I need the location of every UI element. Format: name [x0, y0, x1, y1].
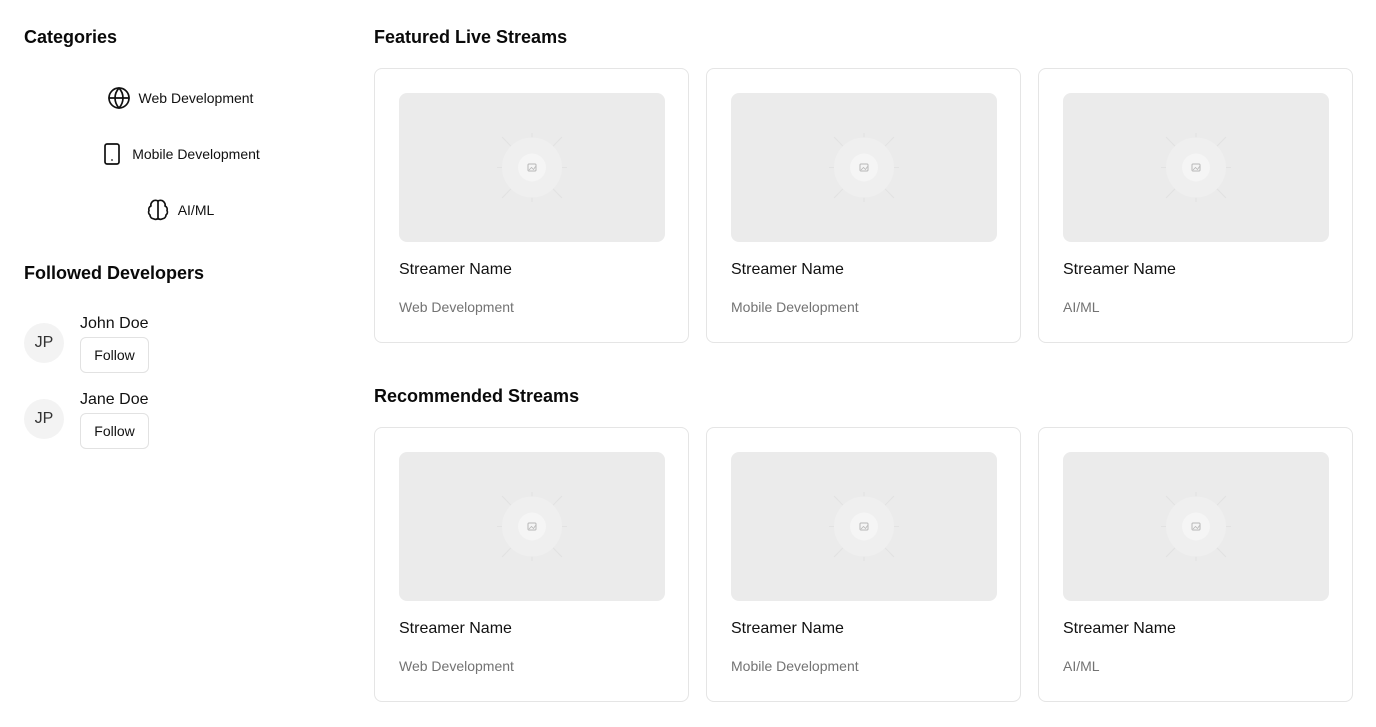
developer-name: Jane Doe	[80, 391, 149, 408]
developer-list: JP John Doe Follow JP Jane Doe Follow	[24, 305, 149, 457]
category-item-ai-ml[interactable]: AI/ML	[24, 182, 336, 238]
stream-thumbnail	[731, 452, 997, 601]
category-list: Web Development Mobile Development AI/ML	[24, 70, 336, 238]
stream-card[interactable]: Streamer Name Web Development	[374, 68, 689, 343]
stream-thumbnail	[1063, 93, 1329, 242]
globe-icon	[107, 86, 131, 110]
stream-thumbnail	[399, 452, 665, 601]
stream-category: Mobile Development	[731, 658, 859, 674]
stream-thumbnail	[731, 93, 997, 242]
stream-category: Web Development	[399, 299, 514, 315]
stream-card[interactable]: Streamer Name AI/ML	[1038, 68, 1353, 343]
brain-icon	[146, 198, 170, 222]
sidebar: Categories Web Development Mobile Develo…	[24, 0, 336, 727]
category-item-web-development[interactable]: Web Development	[24, 70, 336, 126]
stream-card[interactable]: Streamer Name Web Development	[374, 427, 689, 702]
stream-category: Web Development	[399, 658, 514, 674]
streamer-name: Streamer Name	[399, 620, 512, 637]
category-label: Web Development	[138, 90, 254, 106]
streamer-name: Streamer Name	[1063, 261, 1176, 278]
follow-button[interactable]: Follow	[80, 337, 149, 373]
stream-card[interactable]: Streamer Name Mobile Development	[706, 68, 1021, 343]
stream-card[interactable]: Streamer Name AI/ML	[1038, 427, 1353, 702]
stream-thumbnail	[399, 93, 665, 242]
avatar: JP	[24, 323, 64, 363]
featured-streams-heading: Featured Live Streams	[374, 27, 568, 47]
stream-category: AI/ML	[1063, 658, 1100, 674]
streamer-name: Streamer Name	[731, 620, 844, 637]
main-content: Featured Live Streams Streamer Name Web …	[374, 0, 1354, 727]
recommended-streams-grid: Streamer Name Web Development Streamer N…	[374, 427, 1354, 702]
stream-category: Mobile Development	[731, 299, 859, 315]
recommended-streams-heading: Recommended Streams	[374, 386, 580, 406]
streamer-name: Streamer Name	[1063, 620, 1176, 637]
category-label: Mobile Development	[132, 146, 260, 162]
smartphone-icon	[100, 142, 124, 166]
streamer-name: Streamer Name	[399, 261, 512, 278]
categories-heading: Categories	[24, 27, 118, 47]
category-item-mobile-development[interactable]: Mobile Development	[24, 126, 336, 182]
developer-name: John Doe	[80, 315, 149, 332]
stream-category: AI/ML	[1063, 299, 1100, 315]
streamer-name: Streamer Name	[731, 261, 844, 278]
stream-thumbnail	[1063, 452, 1329, 601]
stream-card[interactable]: Streamer Name Mobile Development	[706, 427, 1021, 702]
category-label: AI/ML	[177, 202, 215, 218]
followed-developers-heading: Followed Developers	[24, 263, 205, 283]
developer-item: JP John Doe Follow	[24, 305, 149, 381]
featured-streams-grid: Streamer Name Web Development Streamer N…	[374, 68, 1354, 343]
follow-button[interactable]: Follow	[80, 413, 149, 449]
avatar: JP	[24, 399, 64, 439]
developer-item: JP Jane Doe Follow	[24, 381, 149, 457]
